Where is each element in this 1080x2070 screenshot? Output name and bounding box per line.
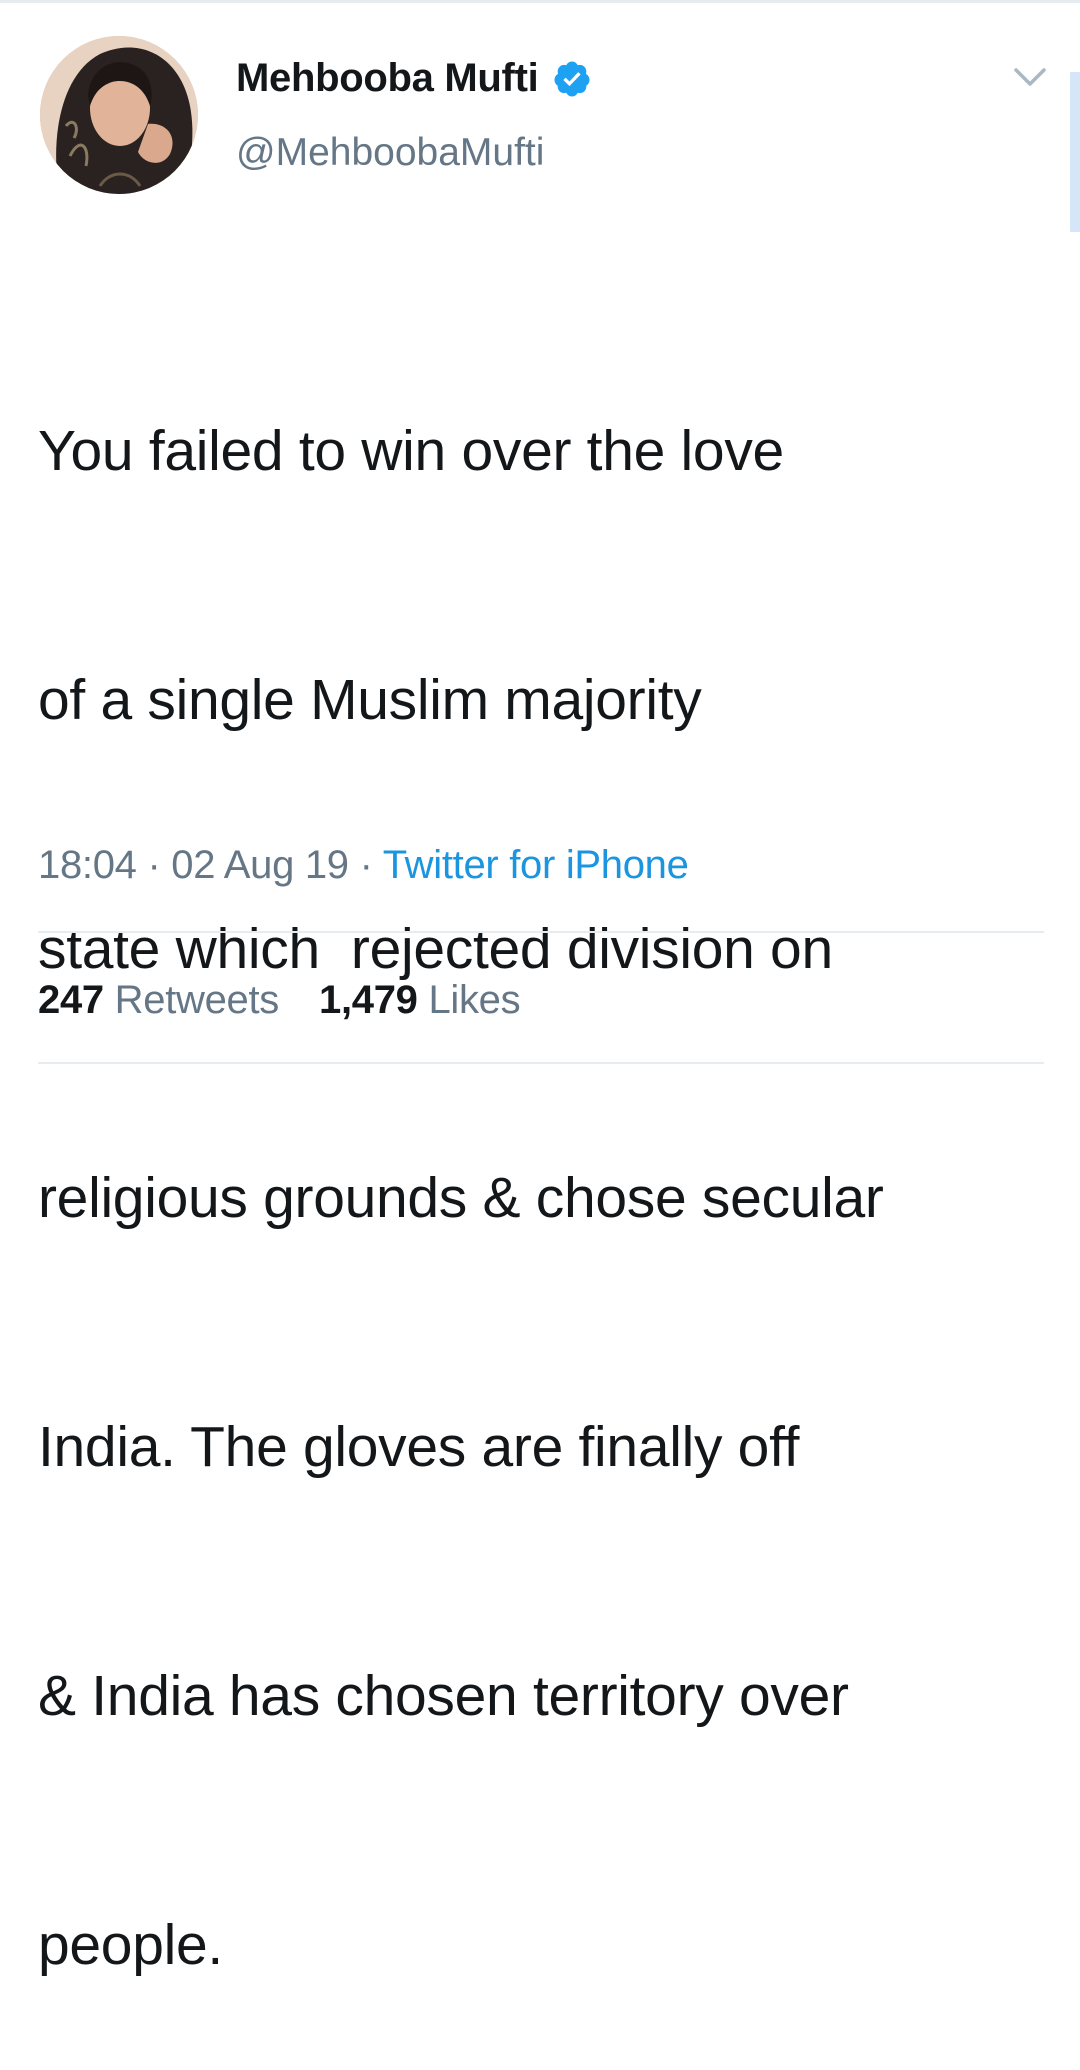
meta-separator: · (359, 843, 383, 887)
tweet-line: religious grounds & chose secular (38, 1166, 884, 1230)
user-handle[interactable]: @MehboobaMufti (236, 131, 544, 175)
tweet-time[interactable]: 18:04 (38, 843, 137, 887)
likes-count: 1,479 (319, 978, 418, 1022)
scrollbar[interactable] (1070, 72, 1080, 232)
tweet-stats: 247 Retweets 1,479 Likes (38, 978, 521, 1023)
verified-badge-icon (552, 59, 592, 99)
retweets-count: 247 (38, 978, 104, 1022)
tweet-line: of a single Muslim majority (38, 668, 702, 732)
tweet-line: people. (38, 1913, 223, 1977)
chevron-down-icon[interactable] (1010, 62, 1050, 92)
tweet-line: & India has chosen territory over (38, 1664, 849, 1728)
avatar[interactable] (40, 36, 198, 194)
top-divider (0, 0, 1080, 3)
likes-stat[interactable]: 1,479 Likes (319, 978, 521, 1023)
tweet-text: You failed to win over the love of a sin… (38, 244, 1038, 2070)
display-name-row[interactable]: Mehbooba Mufti (236, 56, 592, 101)
likes-label: Likes (428, 978, 521, 1022)
avatar-image (40, 36, 198, 194)
divider (38, 931, 1044, 933)
tweet-date[interactable]: 02 Aug 19 (171, 843, 349, 887)
meta-separator: · (147, 843, 172, 887)
display-name[interactable]: Mehbooba Mufti (236, 56, 539, 101)
retweets-stat[interactable]: 247 Retweets (38, 978, 279, 1023)
tweet-meta: 18:04 · 02 Aug 19 · Twitter for iPhone (38, 843, 689, 888)
divider (38, 1062, 1044, 1064)
tweet-line: India. The gloves are finally off (38, 1415, 800, 1479)
tweet-source-link[interactable]: Twitter for iPhone (383, 843, 689, 887)
tweet-line: You failed to win over the love (38, 419, 784, 483)
retweets-label: Retweets (114, 978, 280, 1022)
